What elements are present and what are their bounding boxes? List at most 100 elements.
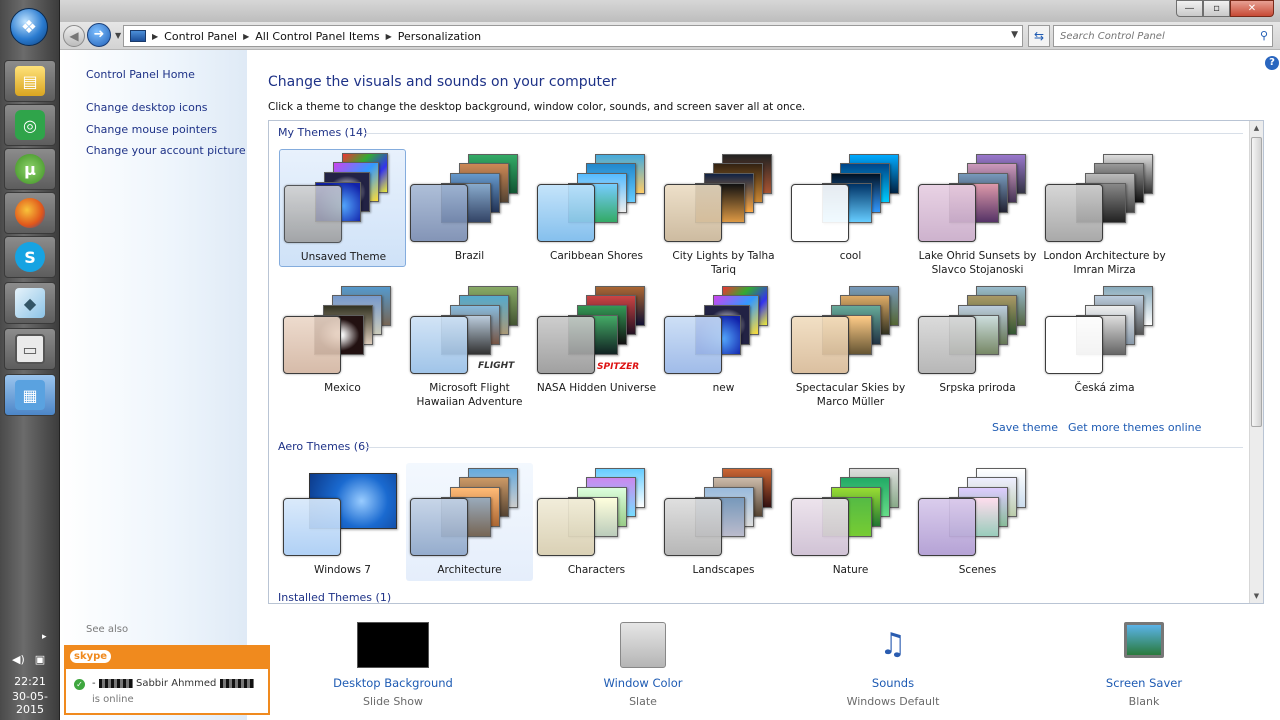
color-swatch: [537, 498, 595, 556]
minimize-button[interactable]: —: [1176, 0, 1203, 17]
taskbar-utorrent[interactable]: µ: [4, 148, 56, 190]
taskbar-skype[interactable]: S: [4, 236, 56, 278]
theme-microsoft-flight[interactable]: FLIGHT Microsoft Flight Hawaiian Adventu…: [406, 281, 533, 408]
scroll-down-icon[interactable]: ▼: [1250, 589, 1263, 603]
redacted-block: [219, 678, 254, 688]
theme-nature[interactable]: Nature: [787, 463, 914, 581]
online-status-icon: ✓: [74, 679, 85, 690]
personalization-window: — ▫ ✕ ◀ ➜ ▼ ▶ Control Panel ▶ All Contro…: [60, 0, 1280, 720]
theme-nasa-hidden-universe[interactable]: SPITZER NASA Hidden Universe: [533, 281, 660, 399]
theme-unsaved[interactable]: Unsaved Theme: [279, 149, 406, 267]
breadcrumb-all-items[interactable]: All Control Panel Items: [255, 30, 379, 43]
sidebar-item-change-account-picture[interactable]: Change your account picture: [86, 144, 246, 157]
color-swatch: [410, 316, 468, 374]
taskbar-qq[interactable]: ◎: [4, 104, 56, 146]
address-bar[interactable]: ▶ Control Panel ▶ All Control Panel Item…: [123, 25, 1023, 47]
color-swatch: [283, 316, 341, 374]
color-swatch: [284, 185, 342, 243]
breadcrumb-personalization[interactable]: Personalization: [398, 30, 481, 43]
left-pane: Control Panel Home Change desktop icons …: [60, 50, 247, 720]
screen-saver-button[interactable]: Screen Saver Blank: [1064, 622, 1224, 708]
forward-button[interactable]: ➜: [87, 23, 111, 47]
theme-lake-ohrid[interactable]: Lake Ohrid Sunsets by Slavco Stojanoski: [914, 149, 1041, 276]
taskbar: ❖ ▤ ◎ µ S ◆ ▭ ▦ ▸ ◀) ▣ 22:21 30-05-2015: [0, 0, 60, 720]
folder-icon: ▤: [15, 66, 45, 96]
taskbar-firefox[interactable]: [4, 192, 56, 234]
color-swatch: [410, 184, 468, 242]
color-swatch: [537, 316, 595, 374]
sidebar-item-control-panel-home[interactable]: Control Panel Home: [86, 68, 195, 81]
clock-time[interactable]: 22:21: [0, 675, 60, 688]
volume-icon[interactable]: ◀): [12, 653, 25, 666]
sidebar-item-change-desktop-icons[interactable]: Change desktop icons: [86, 101, 208, 114]
network-icon[interactable]: ▣: [35, 653, 45, 666]
theme-spectacular-skies[interactable]: Spectacular Skies by Marco Müller: [787, 281, 914, 408]
page-title: Change the visuals and sounds on your co…: [268, 74, 617, 90]
search-box[interactable]: ⚲: [1053, 25, 1273, 47]
theme-brazil[interactable]: Brazil: [406, 149, 533, 267]
clock-date[interactable]: 30-05-2015: [0, 690, 60, 716]
theme-srpska-priroda[interactable]: Srpska priroda: [914, 281, 1041, 399]
control-panel-icon: [130, 30, 146, 42]
color-swatch: [918, 498, 976, 556]
theme-ceska-zima[interactable]: Česká zima: [1041, 281, 1168, 399]
theme-characters[interactable]: Characters: [533, 463, 660, 581]
skype-notification[interactable]: skype ✓ - Sabbir Ahmmed is online: [64, 645, 270, 715]
chevron-down-icon[interactable]: ▼: [1011, 30, 1018, 40]
color-swatch: [791, 498, 849, 556]
color-swatch: [1045, 184, 1103, 242]
theme-list-scrollbar[interactable]: ▲ ▼: [1249, 121, 1263, 603]
scrollbar-thumb[interactable]: [1251, 137, 1262, 427]
theme-architecture[interactable]: Architecture: [406, 463, 533, 581]
taskbar-window[interactable]: ▭: [4, 328, 56, 370]
search-input[interactable]: [1060, 26, 1250, 46]
see-also-label: See also: [86, 624, 129, 635]
search-icon[interactable]: ⚲: [1260, 29, 1268, 42]
color-swatch: [918, 184, 976, 242]
sidebar-item-change-mouse-pointers[interactable]: Change mouse pointers: [86, 123, 217, 136]
theme-new[interactable]: new: [660, 281, 787, 399]
window-color-button[interactable]: Window Color Slate: [563, 622, 723, 708]
color-swatch: [537, 184, 595, 242]
scroll-up-icon[interactable]: ▲: [1250, 121, 1263, 135]
get-more-themes-link[interactable]: Get more themes online: [1068, 421, 1201, 434]
monitor-icon: [1124, 622, 1164, 658]
theme-city-lights[interactable]: City Lights by Talha Tariq: [660, 149, 787, 276]
start-button[interactable]: ❖: [10, 8, 48, 46]
color-swatch: [410, 498, 468, 556]
taskbar-control-panel[interactable]: ▦: [4, 374, 56, 416]
theme-cool[interactable]: cool: [787, 149, 914, 267]
theme-caribbean-shores[interactable]: Caribbean Shores: [533, 149, 660, 267]
save-theme-link[interactable]: Save theme: [992, 421, 1058, 434]
skype-icon: S: [15, 242, 45, 272]
window-color-swatch: [620, 622, 666, 668]
refresh-button[interactable]: ⇆: [1028, 25, 1050, 47]
breadcrumb-control-panel[interactable]: Control Panel: [164, 30, 237, 43]
theme-scenes[interactable]: Scenes: [914, 463, 1041, 581]
taskbar-file-manager[interactable]: ▤: [4, 60, 56, 102]
color-swatch: [1045, 316, 1103, 374]
group-header-my-themes[interactable]: My Themes (14): [278, 126, 367, 139]
theme-windows-7[interactable]: Windows 7: [279, 463, 406, 581]
color-swatch: [664, 316, 722, 374]
titlebar[interactable]: — ▫ ✕: [60, 0, 1280, 22]
tray-expand-icon[interactable]: ▸: [42, 632, 47, 642]
group-header-aero-themes[interactable]: Aero Themes (6): [278, 440, 369, 453]
recent-pages-icon[interactable]: ▼: [115, 31, 121, 40]
color-swatch: [918, 316, 976, 374]
close-button[interactable]: ✕: [1230, 0, 1274, 17]
taskbar-notepad[interactable]: ◆: [4, 282, 56, 324]
theme-mexico[interactable]: Mexico: [279, 281, 406, 399]
theme-landscapes[interactable]: Landscapes: [660, 463, 787, 581]
desktop-background-button[interactable]: Desktop Background Slide Show: [313, 622, 473, 708]
flight-logo: FLIGHT: [478, 361, 515, 371]
page-subtitle: Click a theme to change the desktop back…: [268, 101, 806, 113]
contact-status: is online: [92, 694, 134, 705]
group-header-installed-themes[interactable]: Installed Themes (1): [278, 591, 391, 603]
sounds-button[interactable]: ♫ Sounds Windows Default: [813, 622, 973, 708]
back-button[interactable]: ◀: [63, 25, 85, 47]
color-swatch: [664, 498, 722, 556]
help-icon[interactable]: ?: [1265, 56, 1279, 70]
theme-london-architecture[interactable]: London Architecture by Imran Mirza: [1041, 149, 1168, 276]
maximize-button[interactable]: ▫: [1203, 0, 1230, 17]
